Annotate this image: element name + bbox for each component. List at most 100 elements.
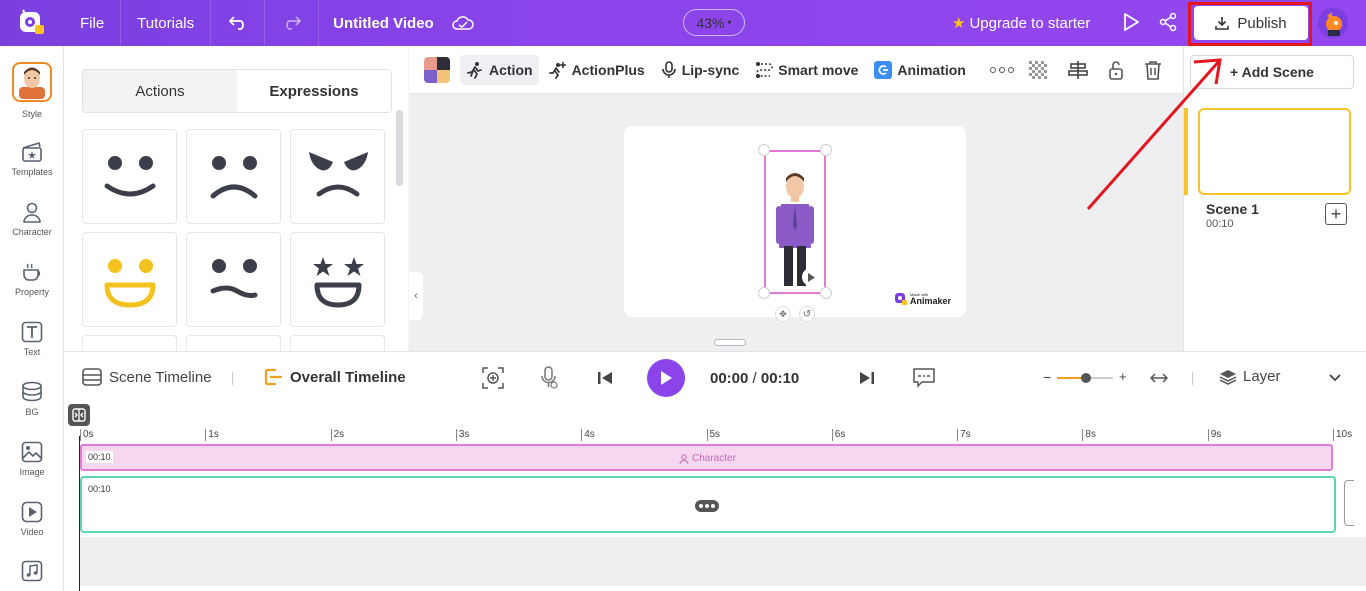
chevron-down-icon[interactable] xyxy=(1328,373,1342,383)
sidebar-item-templates[interactable]: Templates xyxy=(0,139,64,177)
expression-cell-partial[interactable] xyxy=(82,335,177,351)
property-cup-icon xyxy=(19,259,45,285)
split-marker-icon[interactable] xyxy=(68,404,90,426)
file-menu[interactable]: File xyxy=(64,0,122,46)
transparency-icon[interactable] xyxy=(1028,60,1047,79)
expression-happy[interactable] xyxy=(82,129,177,224)
skip-back-icon[interactable] xyxy=(597,370,613,386)
canvas-resize-pill[interactable] xyxy=(714,339,746,346)
scene-stage[interactable]: ✥ ↺ Made with Animaker xyxy=(624,126,966,322)
move-handle-icon[interactable]: ✥ xyxy=(775,306,791,322)
expression-angry[interactable] xyxy=(290,129,385,224)
animaker-logo-icon[interactable] xyxy=(0,0,64,46)
project-title[interactable]: Untitled Video xyxy=(319,15,442,32)
file-menu-label: File xyxy=(80,14,105,32)
sidebar-label-templates: Templates xyxy=(11,167,53,177)
track-end-handle[interactable] xyxy=(1344,480,1354,526)
scene-timeline-tab[interactable]: Scene Timeline xyxy=(82,368,212,386)
play-button[interactable] xyxy=(647,359,685,397)
character-play-icon[interactable] xyxy=(802,268,820,286)
more-options-icon[interactable] xyxy=(989,66,1014,73)
add-scene-plus-icon[interactable]: + xyxy=(1325,203,1347,225)
expand-width-icon[interactable] xyxy=(1150,371,1168,385)
play-icon xyxy=(661,371,672,385)
lipsync-button[interactable]: Lip-sync xyxy=(655,55,746,85)
tutorials-menu[interactable]: Tutorials xyxy=(121,0,212,46)
ruler-tick: 5s xyxy=(706,429,720,441)
actionplus-button[interactable]: ActionPlus xyxy=(543,55,651,85)
animation-button[interactable]: Animation xyxy=(868,55,971,85)
time-separator: / xyxy=(748,370,761,387)
expression-laugh[interactable] xyxy=(82,232,177,327)
collapse-panel-button[interactable]: ‹ xyxy=(409,272,423,320)
character-selection-box[interactable] xyxy=(764,150,826,294)
ruler-tick: 6s xyxy=(831,429,845,441)
scene-track-more-icon[interactable] xyxy=(695,500,719,512)
publish-button[interactable]: Publish xyxy=(1194,6,1308,40)
subtitle-icon[interactable] xyxy=(913,368,935,388)
character-track-icon xyxy=(679,453,689,464)
redo-button[interactable] xyxy=(265,0,320,46)
expression-meh[interactable] xyxy=(186,232,281,327)
action-label: Action xyxy=(489,61,533,78)
expression-sad[interactable] xyxy=(186,129,281,224)
sidebar-label-character: Character xyxy=(12,227,52,237)
record-voice-icon[interactable] xyxy=(539,366,559,390)
download-icon xyxy=(1215,17,1230,30)
expression-cell-partial[interactable] xyxy=(186,335,281,351)
zoom-slider[interactable]: − + xyxy=(1043,369,1129,385)
sidebar-item-character[interactable]: Character xyxy=(0,199,64,237)
character-track-label: Character xyxy=(679,453,736,464)
layer-button[interactable]: Layer xyxy=(1219,368,1281,385)
color-palette-icon[interactable] xyxy=(424,56,450,83)
zoom-out-icon[interactable]: − xyxy=(1043,369,1051,385)
ruler-tick: 7s xyxy=(957,429,971,441)
layer-label: Layer xyxy=(1243,368,1281,385)
zoom-in-icon[interactable]: + xyxy=(1119,369,1127,384)
smartmove-button[interactable]: Smart move xyxy=(749,55,864,85)
zoom-dropdown[interactable]: 43% ▾ xyxy=(683,9,745,36)
panel-scrollbar[interactable] xyxy=(396,110,403,186)
current-time: 00:00 xyxy=(710,370,749,387)
timeline-header: Scene Timeline Overall Timeline 00:00 / … xyxy=(64,352,1366,404)
resize-handle[interactable] xyxy=(758,287,770,299)
character-track[interactable]: 00:10 Character xyxy=(80,444,1333,471)
background-layers-icon xyxy=(19,379,45,405)
empty-track-area xyxy=(80,537,1366,586)
action-button[interactable]: Action xyxy=(460,54,539,85)
user-avatar[interactable] xyxy=(1318,8,1348,38)
resize-handle[interactable] xyxy=(820,144,832,156)
scene-duration: 00:10 xyxy=(1206,218,1234,230)
chevron-left-icon: ‹ xyxy=(414,290,418,302)
upgrade-link[interactable]: ★ Upgrade to starter xyxy=(952,0,1090,46)
star-icon: ★ xyxy=(952,15,966,32)
timeline-ruler: 0s 1s 2s 3s 4s 5s 6s 7s 8s 9s 10s xyxy=(80,426,1352,444)
zoom-to-fit-icon[interactable] xyxy=(482,367,504,389)
undo-button[interactable] xyxy=(211,0,266,46)
sidebar-item-style[interactable]: Style xyxy=(0,62,64,119)
scene-track[interactable]: 00:10 xyxy=(80,476,1336,533)
expression-cell-partial[interactable] xyxy=(290,335,385,351)
tab-expressions[interactable]: Expressions xyxy=(237,70,391,112)
resize-handle[interactable] xyxy=(820,287,832,299)
resize-handle[interactable] xyxy=(758,144,770,156)
share-icon[interactable] xyxy=(1158,12,1178,32)
overall-timeline-tab[interactable]: Overall Timeline xyxy=(264,368,406,386)
sidebar-item-property[interactable]: Property xyxy=(0,259,64,297)
sidebar-item-image[interactable]: Image xyxy=(0,439,64,477)
character-toolbar: Action ActionPlus Lip-sync Smart move An… xyxy=(409,46,1183,94)
sidebar-item-video[interactable]: Video xyxy=(0,499,64,537)
rotate-handle-icon[interactable]: ↺ xyxy=(799,306,815,322)
sidebar-item-text[interactable]: Text xyxy=(0,319,64,357)
tab-actions[interactable]: Actions xyxy=(83,70,237,112)
running-man-icon xyxy=(467,61,482,79)
ruler-tick: 2s xyxy=(330,429,344,441)
preview-play-icon[interactable] xyxy=(1120,11,1142,33)
sidebar-item-music[interactable] xyxy=(0,558,64,586)
zoom-slider-thumb[interactable] xyxy=(1081,373,1091,383)
image-icon xyxy=(19,439,45,465)
video-icon xyxy=(19,499,45,525)
skip-forward-icon[interactable] xyxy=(859,370,875,386)
expression-star-eyes[interactable] xyxy=(290,232,385,327)
sidebar-item-bg[interactable]: BG xyxy=(0,379,64,417)
